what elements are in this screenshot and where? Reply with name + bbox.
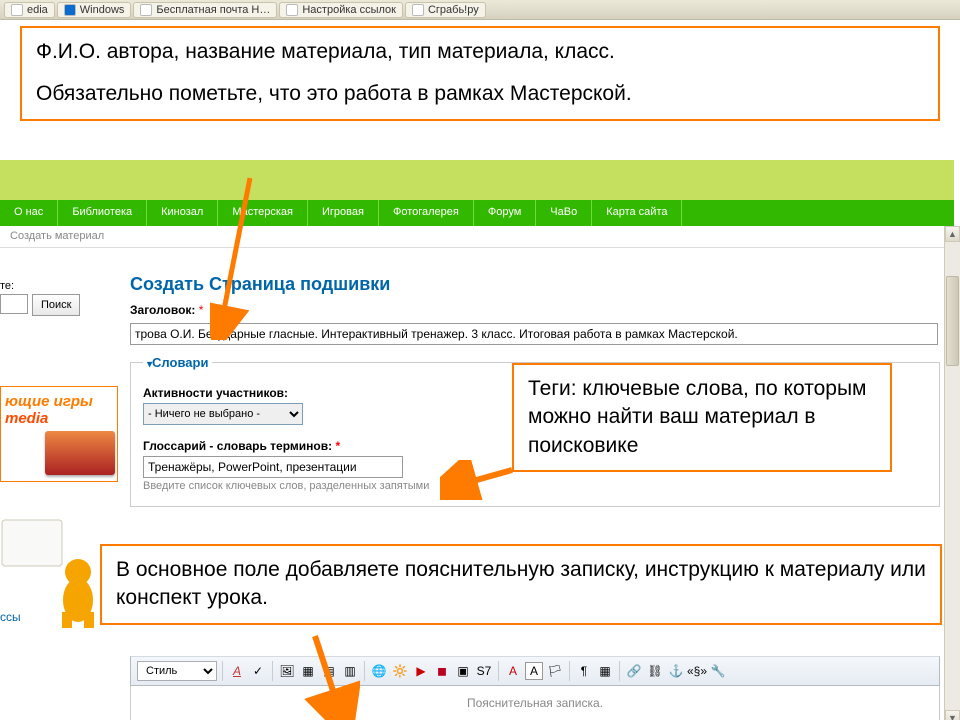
separator [222,661,223,681]
unlink-icon[interactable]: ⛓ [646,662,664,680]
callout-tags: Теги: ключевые слова, по которым можно н… [512,363,892,472]
browser-tabstrip: edia Windows Бесплатная почта Н… Настрой… [0,0,960,20]
arrow-icon [210,170,270,340]
nav-item[interactable]: О нас [0,200,58,226]
required-icon: * [335,439,340,453]
callout-body: В основное поле добавляете пояснительную… [100,544,942,625]
media-icon[interactable]: S7 [475,662,493,680]
fieldset-legend[interactable]: Словари [143,355,212,370]
separator [272,661,273,681]
image-icon[interactable]: 🖼 [278,662,296,680]
scroll-thumb[interactable] [946,276,959,366]
separator [619,661,620,681]
pilcrow-icon[interactable]: ¶ [575,662,593,680]
required-icon: * [199,303,204,317]
activity-select[interactable]: - Ничего не выбрано - [143,403,303,425]
arrow-icon [300,630,360,720]
favicon-icon [286,4,298,16]
separator [569,661,570,681]
flag-icon[interactable]: 🏳 [546,662,564,680]
search-label-fragment: те: [0,280,120,292]
nav-item[interactable]: Форум [474,200,536,226]
anchor-icon[interactable]: ⚓ [667,662,685,680]
style-select[interactable]: Стиль [137,661,217,681]
editor-body[interactable]: Пояснительная записка. [130,686,940,720]
site-header [0,160,954,200]
favicon-icon [140,4,152,16]
nav-item[interactable]: Игровая [308,200,379,226]
tool-icon[interactable]: 🔧 [709,662,727,680]
search-input[interactable] [0,294,28,314]
table-icon[interactable]: ▦ [596,662,614,680]
browser-tab[interactable]: Сграбь!ру [405,2,486,18]
ad-line: ющие игры [5,393,113,410]
favicon-icon [412,4,424,16]
bg-color-icon[interactable]: A [525,662,543,680]
search-button[interactable]: Поиск [32,294,80,316]
glossary-help: Введите список ключевых слов, разделенны… [143,480,927,492]
ad-line: media [5,410,113,427]
callout-text: Обязательно пометьте, что это работа в р… [36,80,924,108]
browser-tab[interactable]: Windows [57,2,132,18]
callout-author-info: Ф.И.О. автора, название материала, тип м… [20,26,940,121]
separator [364,661,365,681]
arrow-icon [440,460,520,500]
scrollbar[interactable]: ▲ ▼ [944,226,960,720]
nav-item[interactable]: ЧаВо [536,200,592,226]
left-column: те: Поиск ссы ющие игры media [0,280,120,482]
nav-item[interactable]: Фотогалерея [379,200,474,226]
media-icon[interactable]: 🌐 [370,662,388,680]
scroll-up-icon[interactable]: ▲ [945,226,960,242]
link-icon[interactable]: 🔗 [625,662,643,680]
text-color-icon[interactable]: A [504,662,522,680]
nav-item[interactable]: Библиотека [58,200,147,226]
separator [498,661,499,681]
nav-item[interactable]: Карта сайта [592,200,682,226]
browser-tab[interactable]: edia [4,2,55,18]
title-label: Заголовок: [130,303,195,317]
section-icon[interactable]: «§» [688,662,706,680]
spellcheck-icon[interactable]: ✓ [249,662,267,680]
favicon-icon [64,4,76,16]
browser-tab[interactable]: Настройка ссылок [279,2,403,18]
glossary-input[interactable] [143,456,403,478]
sidebar-ad[interactable]: ющие игры media [0,386,118,482]
nav-item[interactable]: Кинозал [147,200,218,226]
media-icon[interactable]: ▣ [454,662,472,680]
scroll-down-icon[interactable]: ▼ [945,710,960,720]
main-nav: О нас Библиотека Кинозал Мастерская Игро… [0,200,954,226]
favicon-icon [11,4,23,16]
callout-text: Ф.И.О. автора, название материала, тип м… [36,38,924,66]
media-icon[interactable]: ◼ [433,662,451,680]
youtube-icon[interactable]: ▶ [412,662,430,680]
ad-image [45,431,115,475]
browser-tab[interactable]: Бесплатная почта Н… [133,2,277,18]
breadcrumb: Создать материал [0,226,954,248]
format-icon[interactable]: A [228,662,246,680]
editor-toolbar: Стиль A ✓ 🖼 ▦ ▤ ▥ 🌐 🔆 ▶ ◼ ▣ S7 A A 🏳 ¶ ▦… [130,656,940,686]
media-icon[interactable]: 🔆 [391,662,409,680]
